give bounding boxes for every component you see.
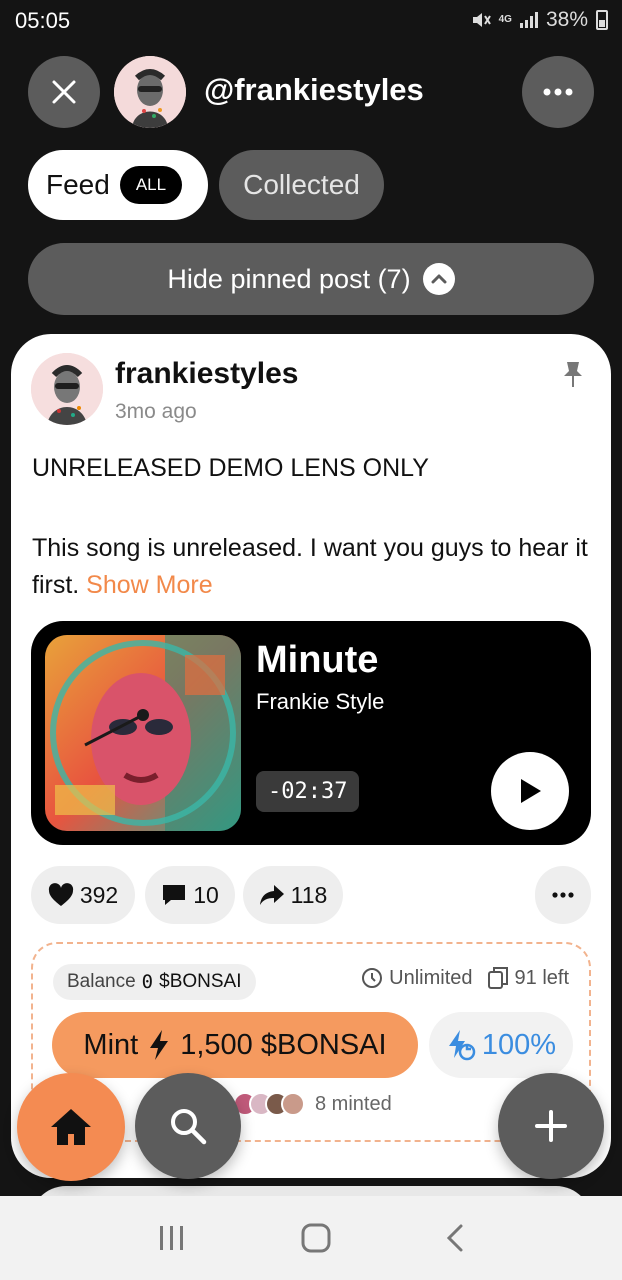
reward-percent-button[interactable]: 100% (429, 1012, 573, 1078)
play-button[interactable] (491, 752, 569, 830)
author-avatar[interactable] (31, 353, 103, 425)
tab-feed[interactable]: Feed ALL (28, 150, 208, 220)
like-count: 392 (79, 881, 119, 908)
song-artist: Frankie Style (256, 689, 385, 714)
comment-icon (163, 885, 186, 905)
show-more-link[interactable]: Show More (86, 571, 212, 599)
back-icon[interactable] (445, 1223, 465, 1253)
heart-icon (48, 883, 73, 906)
mint-limits: Unlimited 91 left (361, 966, 569, 990)
timer-icon (362, 968, 383, 988)
post-card[interactable]: frankiestyles 3mo ago UNRELEASED DEMO LE… (11, 334, 611, 1178)
balance-token: $BONSAI (159, 971, 242, 992)
bolt-icon (150, 1030, 169, 1060)
mint-duration: Unlimited (389, 966, 473, 989)
more-icon (543, 88, 573, 96)
feed-filter-badge[interactable]: ALL (119, 166, 183, 204)
album-cover (45, 635, 241, 831)
more-icon (552, 892, 574, 898)
mint-price: 1,500 $BONSAI (180, 1028, 387, 1061)
share-icon (259, 885, 284, 905)
battery-percent: 38% (545, 8, 588, 31)
post-body: This song is unreleased. I want you guys… (32, 530, 597, 604)
profile-more-button[interactable] (522, 56, 594, 128)
plus-icon (535, 1110, 567, 1142)
mint-label: Mint (83, 1028, 139, 1061)
close-button[interactable] (28, 56, 100, 128)
hide-pinned-button[interactable]: Hide pinned post (7) (28, 243, 594, 315)
tab-collected[interactable]: Collected (219, 150, 384, 220)
like-button[interactable]: 392 (31, 866, 135, 924)
network-type: 4G (498, 14, 512, 25)
share-count: 118 (290, 881, 328, 908)
status-icons: 4G 38% (471, 8, 608, 32)
chevron-up-icon (422, 263, 455, 295)
status-time: 05:05 (15, 8, 71, 33)
pin-icon (562, 360, 584, 393)
song-title: Minute (256, 639, 379, 681)
hide-pinned-label: Hide pinned post (7) (167, 263, 411, 294)
minted-count: 8 minted (315, 1092, 392, 1115)
system-navigation-bar (0, 1196, 622, 1280)
post-author[interactable]: frankiestyles (115, 357, 298, 391)
home-button[interactable] (17, 1073, 125, 1181)
comment-button[interactable]: 10 (145, 866, 235, 924)
post-actions: 392 10 118 (31, 866, 591, 924)
bolt-refresh-icon (448, 1030, 476, 1061)
recent-apps-icon[interactable] (157, 1224, 187, 1252)
mint-button[interactable]: Mint 1,500 $BONSAI (52, 1012, 418, 1078)
home-nav-icon[interactable] (300, 1222, 332, 1254)
close-icon (52, 80, 76, 104)
search-button[interactable] (135, 1073, 241, 1179)
post-timestamp: 3mo ago (115, 400, 197, 423)
balance-value: 0 (141, 971, 154, 993)
mute-icon (472, 13, 491, 27)
copies-icon (487, 967, 508, 989)
balance-chip: Balance 0 $BONSAI (53, 964, 256, 1000)
create-post-button[interactable] (498, 1073, 604, 1179)
minted-info: 8 minted (233, 1092, 392, 1116)
profile-avatar[interactable] (114, 56, 186, 128)
reward-percent: 100% (481, 1028, 557, 1061)
audio-player[interactable]: Minute Frankie Style -02:37 (31, 621, 591, 845)
comment-count: 10 (193, 881, 219, 908)
home-icon (51, 1109, 91, 1145)
tab-feed-label: Feed (46, 169, 110, 200)
battery-icon (596, 10, 608, 30)
status-bar: 05:05 4G 38% (0, 0, 622, 44)
post-title: UNRELEASED DEMO LENS ONLY (32, 454, 429, 482)
time-remaining: -02:37 (256, 771, 360, 812)
search-icon (171, 1109, 207, 1145)
share-button[interactable]: 118 (243, 866, 343, 924)
minter-avatars (233, 1092, 305, 1116)
supply-left: 91 left (514, 966, 569, 989)
balance-label: Balance (67, 971, 136, 992)
signal-icon (519, 12, 538, 28)
post-more-button[interactable] (535, 866, 591, 924)
play-icon (521, 779, 541, 803)
profile-handle: @frankiestyles (204, 72, 424, 107)
